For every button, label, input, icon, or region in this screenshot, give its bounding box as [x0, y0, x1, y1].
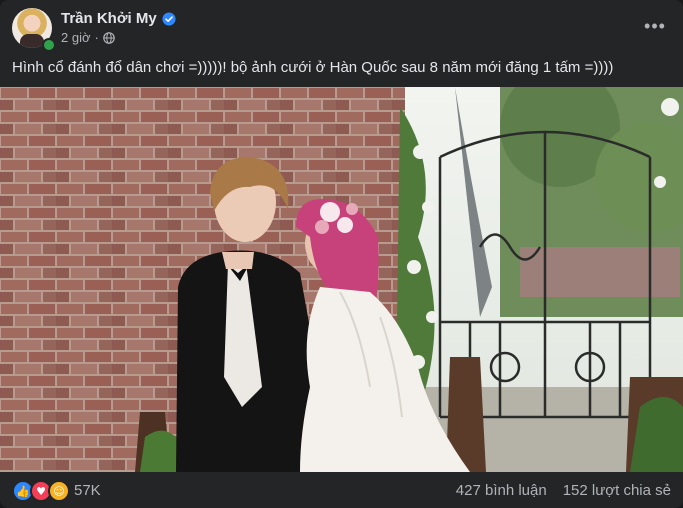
post-header: Trần Khởi My 2 giờ · ••• — [12, 8, 671, 52]
verified-badge-icon — [162, 11, 176, 26]
comment-count[interactable]: 427 bình luận — [456, 482, 547, 499]
post-card: Trần Khởi My 2 giờ · ••• Hình cổ đánh đổ… — [0, 0, 683, 508]
post-timestamp[interactable]: 2 giờ — [61, 30, 91, 45]
more-options-button[interactable]: ••• — [639, 12, 671, 40]
post-photo[interactable] — [0, 87, 683, 472]
post-meta: 2 giờ · — [61, 30, 115, 45]
author-row: Trần Khởi My — [61, 10, 176, 27]
wedding-photo-image — [0, 87, 683, 472]
reaction-count[interactable]: 57K — [74, 482, 101, 499]
online-status-icon — [42, 38, 56, 52]
globe-icon[interactable] — [103, 31, 115, 44]
engagement-counts: 427 bình luận 152 lượt chia sẻ — [456, 482, 671, 499]
meta-separator: · — [94, 30, 99, 45]
share-count[interactable]: 152 lượt chia sẻ — [563, 482, 671, 499]
haha-icon: ☺ — [48, 480, 70, 502]
post-stats: 👍 ♥ ☺ 57K 427 bình luận 152 lượt chia sẻ — [12, 478, 671, 502]
author-name[interactable]: Trần Khởi My — [61, 10, 157, 27]
post-caption: Hình cổ đánh đổ dân chơi =)))))! bộ ảnh … — [12, 59, 614, 76]
reaction-icons[interactable]: 👍 ♥ ☺ — [12, 480, 70, 502]
